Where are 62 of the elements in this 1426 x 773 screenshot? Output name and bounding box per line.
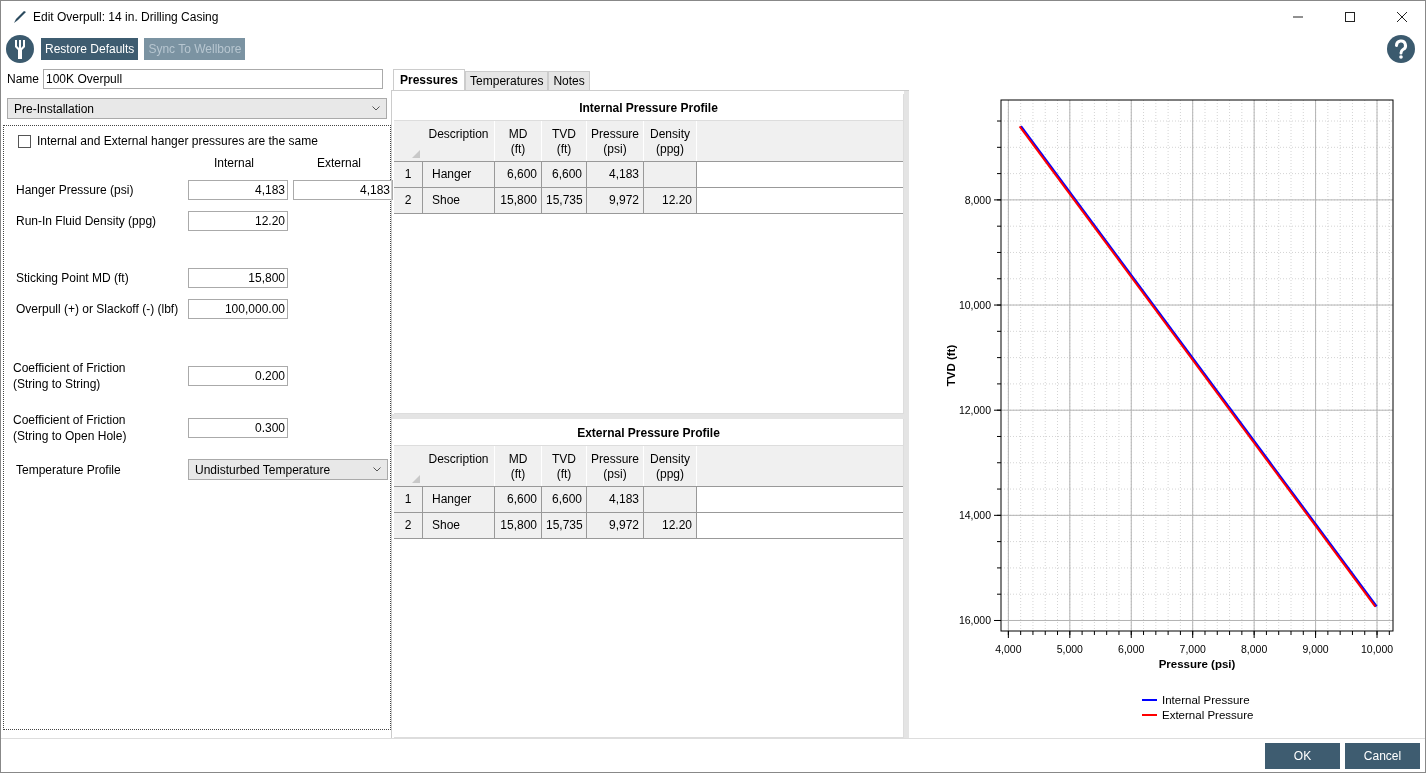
table-cell: Shoe [423,188,495,213]
table-cell: 6,600 [495,162,542,187]
table-cell: Hanger [423,486,495,512]
table-title: Internal Pressure Profile [578,100,719,117]
column-header: Pressure (psi) [587,445,644,486]
table-cell: 9,972 [587,512,644,538]
window-title: Edit Overpull: 14 in. Drilling Casing [33,9,219,24]
x-tick-label: 7,000 [1179,643,1206,655]
y-tick-label: 8,000 [964,193,991,206]
row-number: 2 [394,512,423,538]
column-header: TVD (ft) [542,121,587,161]
column-header: Description [423,121,495,161]
checkbox-label: Internal and External hanger pressures are the same [37,134,318,148]
column-header: TVD (ft) [542,445,587,486]
row-number: 1 [394,486,423,512]
x-tick-label: 9,000 [1302,643,1329,655]
column-header: External [316,156,362,170]
y-tick-label: 14,000 [958,509,991,522]
column-header: MD (ft) [495,445,542,486]
x-tick-label: 6,000 [1118,643,1145,655]
table-cell: Hanger [423,162,495,187]
x-tick-label: 4,000 [995,643,1022,655]
column-header: Pressure (psi) [587,121,644,161]
x-tick-label: 10,000 [1360,643,1394,655]
y-tick-label: 10,000 [958,299,991,312]
table-cell: 12.20 [644,188,697,213]
row-number: 2 [394,188,423,213]
row-number: 1 [394,162,423,187]
x-axis-title: Pressure (psi) [1158,658,1236,670]
field-label: Temperature Profile [16,461,122,478]
y-tick-label: 12,000 [958,404,991,417]
table-title: External Pressure Profile [576,424,721,442]
table-cell: 6,600 [542,162,587,187]
column-header: Density (ppg) [644,121,697,161]
legend-label: External Pressure [1162,709,1254,721]
table-cell: 15,735 [542,512,587,538]
table-cell: 9,972 [587,188,644,213]
name-label: Name [7,72,39,86]
table-cell: 4,183 [587,162,644,187]
table-cell: 4,183 [587,486,644,512]
field-label: Coefficient of Friction (String to String) [13,360,127,392]
table-cell: 15,800 [495,512,542,538]
table-cell: 6,600 [542,486,587,512]
column-header: Internal [213,156,255,170]
y-tick-label: 16,000 [958,614,991,627]
table-cell: 6,600 [495,486,542,512]
x-tick-label: 5,000 [1056,643,1083,655]
field-label: Run-In Fluid Density (ppg) [16,212,158,229]
legend-label: Internal Pressure [1162,694,1250,706]
table-cell: 12.20 [644,512,697,538]
field-label: Coefficient of Friction (String to Open Hole) [13,412,128,444]
column-header: Density (ppg) [644,445,697,486]
column-header: Description [423,445,495,486]
table-cell: Shoe [423,512,495,538]
column-header: MD (ft) [495,121,542,161]
table-cell: 15,735 [542,188,587,213]
field-label: Hanger Pressure (psi) [16,181,135,198]
x-tick-label: 8,000 [1241,643,1268,655]
field-label: Sticking Point MD (ft) [16,269,130,286]
table-cell: 15,800 [495,188,542,213]
field-label: Overpull (+) or Slackoff (-) (lbf) [16,300,180,317]
y-axis-title: TVD (ft) [945,344,957,387]
